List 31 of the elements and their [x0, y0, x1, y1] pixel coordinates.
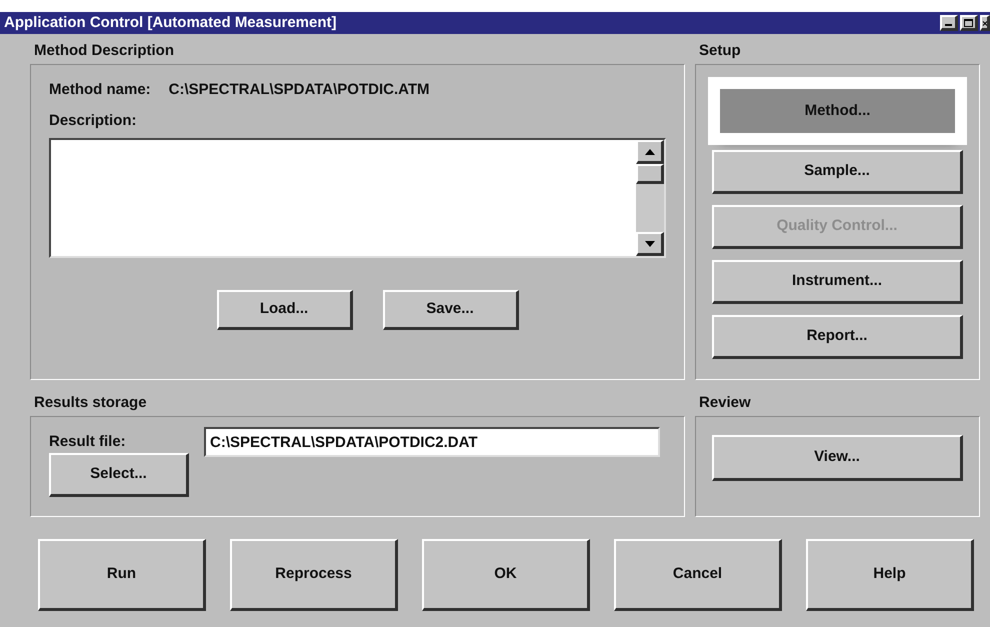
minimize-icon[interactable] [940, 15, 958, 31]
group-title: Method Description [33, 40, 176, 61]
maximize-icon[interactable] [960, 15, 978, 31]
scroll-down-icon[interactable] [636, 232, 664, 256]
group-title: Setup [698, 40, 742, 61]
button[interactable]: Help [806, 539, 974, 611]
button[interactable]: Load... [216, 290, 352, 330]
group-title: Results storage [33, 392, 148, 413]
method-name-value: C:\SPECTRAL\SPDATA\POTDIC.ATM [168, 80, 430, 100]
button[interactable]: Report... [712, 315, 963, 359]
scrollbar[interactable] [636, 140, 664, 256]
button[interactable]: Select... [49, 453, 189, 497]
result-file-field[interactable]: C:\SPECTRAL\SPDATA\POTDIC2.DAT [204, 427, 660, 457]
group-title: Review [698, 392, 752, 413]
button[interactable]: Reprocess [230, 539, 398, 611]
button[interactable]: OK [422, 539, 590, 611]
method-name-label: Method name: [49, 80, 151, 100]
button[interactable]: Sample... [712, 150, 963, 194]
button[interactable]: View... [712, 435, 963, 481]
button[interactable]: Cancel [614, 539, 782, 611]
close-icon[interactable] [980, 15, 990, 31]
button[interactable]: Instrument... [712, 260, 963, 304]
window-title: Application Control [Automated Measurement] [4, 12, 337, 33]
description-label: Description: [49, 110, 138, 130]
description-field[interactable] [49, 138, 666, 258]
button[interactable]: Save... [382, 290, 518, 330]
result-file-label: Result file: [49, 432, 127, 452]
scroll-up-icon[interactable] [636, 140, 664, 164]
scroll-thumb[interactable] [636, 164, 664, 184]
button[interactable]: Run [38, 539, 206, 611]
button[interactable]: Method... [720, 89, 955, 133]
